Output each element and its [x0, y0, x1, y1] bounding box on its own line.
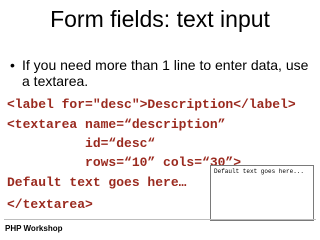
bullet-point: • If you need more than 1 line to enter … — [10, 57, 310, 89]
footer-divider — [4, 219, 316, 220]
code-line-id: id=“desc“ — [7, 136, 156, 151]
textarea-preview-text: Default text goes here... — [214, 168, 305, 175]
code-line-textarea-close: </textarea> — [7, 197, 93, 212]
bullet-symbol: • — [10, 57, 15, 73]
code-line-textarea-open: <textarea name=“description” — [7, 117, 226, 132]
code-line-label: <label for="desc">Description</label> — [7, 97, 296, 112]
textarea-preview[interactable]: Default text goes here... — [210, 165, 314, 221]
bullet-text: If you need more than 1 line to enter da… — [22, 57, 309, 89]
slide: Form fields: text input • If you need mo… — [0, 0, 320, 240]
code-line-rows-cols: rows=“10” cols=“30”> — [7, 155, 242, 170]
code-line-default-text: Default text goes here… — [7, 175, 187, 190]
footer-text: PHP Workshop — [5, 224, 63, 233]
slide-title: Form fields: text input — [50, 6, 270, 32]
